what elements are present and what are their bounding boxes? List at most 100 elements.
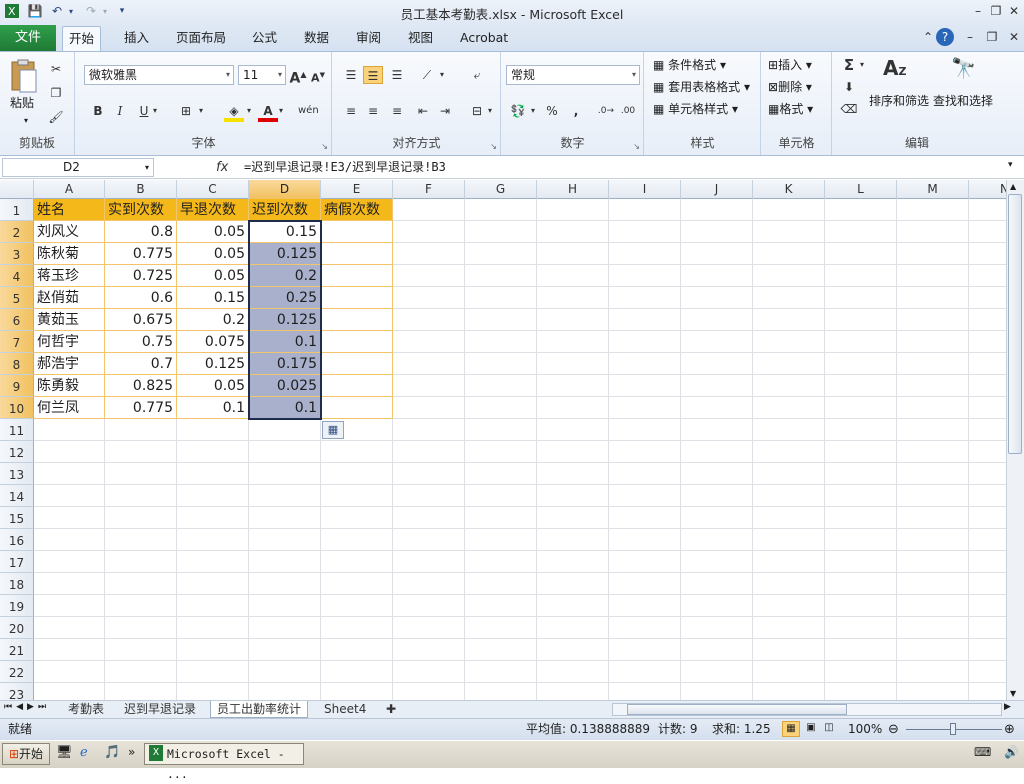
cell-k16[interactable]: [753, 529, 825, 551]
sheet-tab-sheet4[interactable]: Sheet4: [318, 701, 372, 718]
cell-d1[interactable]: 迟到次数: [249, 199, 321, 221]
sheet-tab-attendance-rate[interactable]: 员工出勤率统计: [210, 701, 309, 718]
cell-h1[interactable]: [537, 199, 609, 221]
cell-n3[interactable]: [969, 243, 1006, 265]
column-header-k[interactable]: K: [753, 180, 825, 199]
cell-m20[interactable]: [897, 617, 969, 639]
cell-n6[interactable]: [969, 309, 1006, 331]
taskbar-excel-item[interactable]: X Microsoft Excel - ...: [144, 743, 304, 781]
row-header-16[interactable]: 16: [0, 529, 34, 551]
cell-b15[interactable]: [105, 507, 177, 529]
cell-k23[interactable]: [753, 683, 825, 700]
cell-g22[interactable]: [465, 661, 537, 683]
cell-k22[interactable]: [753, 661, 825, 683]
cell-l3[interactable]: [825, 243, 897, 265]
tab-data[interactable]: 数据: [298, 26, 335, 51]
cell-j6[interactable]: [681, 309, 753, 331]
cell-m21[interactable]: [897, 639, 969, 661]
sheet-tab-late-early[interactable]: 迟到早退记录: [118, 701, 202, 718]
cell-l19[interactable]: [825, 595, 897, 617]
cell-l10[interactable]: [825, 397, 897, 419]
cell-m6[interactable]: [897, 309, 969, 331]
row-header-20[interactable]: 20: [0, 617, 34, 639]
cell-c3[interactable]: 0.05: [177, 243, 249, 265]
cell-c1[interactable]: 早退次数: [177, 199, 249, 221]
cell-l5[interactable]: [825, 287, 897, 309]
scroll-right-icon[interactable]: ▶: [1004, 702, 1011, 712]
cell-c8[interactable]: 0.125: [177, 353, 249, 375]
cell-n1[interactable]: [969, 199, 1006, 221]
cell-b18[interactable]: [105, 573, 177, 595]
cell-j22[interactable]: [681, 661, 753, 683]
cell-f7[interactable]: [393, 331, 465, 353]
cell-d9[interactable]: 0.025: [249, 375, 321, 397]
cell-f1[interactable]: [393, 199, 465, 221]
cell-n23[interactable]: [969, 683, 1006, 700]
close-icon[interactable]: ✕: [1004, 2, 1024, 20]
cell-a6[interactable]: 黄茹玉: [34, 309, 105, 331]
sheet-tab-kaoqin[interactable]: 考勤表: [62, 701, 110, 718]
cell-c16[interactable]: [177, 529, 249, 551]
row-header-6[interactable]: 6: [0, 309, 34, 331]
cell-k5[interactable]: [753, 287, 825, 309]
cell-d8[interactable]: 0.175: [249, 353, 321, 375]
italic-button[interactable]: I: [110, 102, 130, 120]
cell-k18[interactable]: [753, 573, 825, 595]
media-icon[interactable]: 🎵: [104, 745, 120, 760]
cell-g3[interactable]: [465, 243, 537, 265]
cell-a13[interactable]: [34, 463, 105, 485]
cell-c12[interactable]: [177, 441, 249, 463]
cell-c17[interactable]: [177, 551, 249, 573]
cell-n11[interactable]: [969, 419, 1006, 441]
row-header-15[interactable]: 15: [0, 507, 34, 529]
cell-j12[interactable]: [681, 441, 753, 463]
cell-g6[interactable]: [465, 309, 537, 331]
phonetic-guide-icon[interactable]: wén: [298, 102, 319, 120]
vertical-scroll-thumb[interactable]: [1008, 194, 1022, 454]
row-header-13[interactable]: 13: [0, 463, 34, 485]
cell-styles-button[interactable]: ▦ 单元格样式 ▾: [653, 100, 738, 118]
cell-i5[interactable]: [609, 287, 681, 309]
cell-h12[interactable]: [537, 441, 609, 463]
cell-n19[interactable]: [969, 595, 1006, 617]
tab-file[interactable]: 文件: [0, 25, 56, 51]
cell-k13[interactable]: [753, 463, 825, 485]
worksheet-grid[interactable]: ABCDEFGHIJKLMN 1 姓名 实到次数 早退次数 迟到次数 病假次数 2 刘风义 0.…: [0, 180, 1006, 700]
cell-d5[interactable]: 0.25: [249, 287, 321, 309]
row-header-8[interactable]: 8: [0, 353, 34, 375]
cell-b14[interactable]: [105, 485, 177, 507]
cell-b19[interactable]: [105, 595, 177, 617]
cell-n20[interactable]: [969, 617, 1006, 639]
bold-button[interactable]: B: [88, 102, 108, 120]
paste-dropdown-icon[interactable]: ▾: [24, 116, 28, 125]
fill-icon[interactable]: ⬇: [839, 78, 859, 96]
tab-review[interactable]: 审阅: [350, 26, 387, 51]
cell-e22[interactable]: [321, 661, 393, 683]
cell-e18[interactable]: [321, 573, 393, 595]
cell-l16[interactable]: [825, 529, 897, 551]
tab-insert[interactable]: 插入: [118, 26, 155, 51]
row-header-17[interactable]: 17: [0, 551, 34, 573]
cell-b1[interactable]: 实到次数: [105, 199, 177, 221]
column-header-g[interactable]: G: [465, 180, 537, 199]
cell-d10[interactable]: 0.1: [249, 397, 321, 419]
cell-j7[interactable]: [681, 331, 753, 353]
cell-l2[interactable]: [825, 221, 897, 243]
page-break-view-icon[interactable]: ◫: [820, 721, 838, 737]
tab-view[interactable]: 视图: [402, 26, 439, 51]
column-header-i[interactable]: I: [609, 180, 681, 199]
cell-n10[interactable]: [969, 397, 1006, 419]
cell-j5[interactable]: [681, 287, 753, 309]
cell-i17[interactable]: [609, 551, 681, 573]
cell-a12[interactable]: [34, 441, 105, 463]
cell-e19[interactable]: [321, 595, 393, 617]
clear-icon[interactable]: ⌫: [839, 100, 859, 118]
cell-c21[interactable]: [177, 639, 249, 661]
cell-i4[interactable]: [609, 265, 681, 287]
cell-k15[interactable]: [753, 507, 825, 529]
cell-k21[interactable]: [753, 639, 825, 661]
cell-f2[interactable]: [393, 221, 465, 243]
zoom-in-icon[interactable]: ⊕: [1004, 719, 1015, 740]
font-dialog-launcher-icon[interactable]: ↘: [321, 142, 328, 151]
zoom-out-icon[interactable]: ⊖: [888, 719, 899, 740]
